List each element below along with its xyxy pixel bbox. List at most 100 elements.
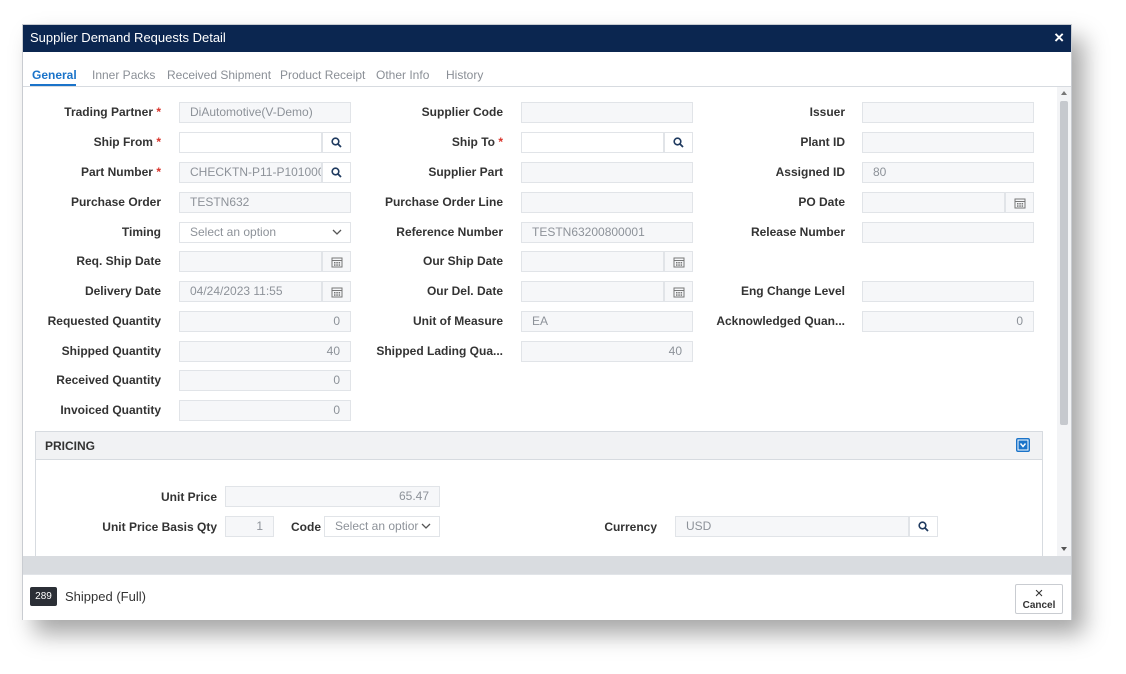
eng-change-level-field[interactable] — [862, 281, 1034, 302]
ship-from-search-icon[interactable] — [322, 132, 351, 153]
status-badge: 289 — [30, 587, 57, 606]
received-quantity-label: Received Quantity — [56, 373, 161, 387]
acknowledged-quantity-field[interactable]: 0 — [862, 311, 1034, 332]
purchase-order-line-label: Purchase Order Line — [384, 195, 503, 209]
assigned-id-label: Assigned ID — [775, 165, 845, 179]
calendar-icon[interactable] — [322, 251, 351, 272]
invoiced-quantity-field[interactable]: 0 — [179, 400, 351, 421]
eng-change-level-label: Eng Change Level — [740, 284, 845, 298]
form-content: Trading Partner * DiAutomotive(V-Demo) S… — [23, 87, 1057, 556]
unit-price-basis-qty-field[interactable]: 1 — [225, 516, 274, 537]
unit-of-measure-field[interactable]: EA — [521, 311, 693, 332]
supplier-code-field[interactable] — [521, 102, 693, 123]
ship-to-label: Ship To * — [451, 135, 503, 149]
tab-inner-packs[interactable]: Inner Packs — [92, 68, 155, 82]
ship-from-field[interactable] — [179, 132, 322, 153]
shipped-lading-quantity-label: Shipped Lading Qua... — [376, 344, 503, 358]
pricing-title: PRICING — [45, 439, 96, 453]
shipped-quantity-label: Shipped Quantity — [61, 344, 161, 358]
assigned-id-field[interactable]: 80 — [862, 162, 1034, 183]
dialog-titlebar: Supplier Demand Requests Detail × — [23, 25, 1071, 52]
delivery-date-label: Delivery Date — [84, 284, 161, 298]
timing-label: Timing — [121, 225, 161, 239]
shipped-lading-quantity-field[interactable]: 40 — [521, 341, 693, 362]
invoiced-quantity-label: Invoiced Quantity — [60, 403, 161, 417]
tab-history[interactable]: History — [446, 68, 483, 82]
supplier-part-label: Supplier Part — [428, 165, 503, 179]
tab-other-info[interactable]: Other Info — [376, 68, 429, 82]
our-del-date-field[interactable] — [521, 281, 664, 302]
release-number-label: Release Number — [750, 225, 845, 239]
shipped-quantity-field[interactable]: 40 — [179, 341, 351, 362]
supplier-part-field[interactable] — [521, 162, 693, 183]
tab-general[interactable]: General — [32, 68, 77, 82]
scroll-up-arrow-icon[interactable] — [1060, 90, 1068, 96]
our-del-date-label: Our Del. Date — [426, 284, 503, 298]
part-number-field[interactable]: CHECKTN-P11-P101000-( — [179, 162, 322, 183]
chevron-down-icon — [421, 520, 431, 532]
our-ship-date-label: Our Ship Date — [422, 254, 503, 268]
close-icon: × — [1034, 585, 1044, 602]
collapse-icon[interactable] — [1016, 438, 1030, 452]
unit-price-basis-qty-label: Unit Price Basis Qty — [102, 520, 217, 534]
issuer-label: Issuer — [809, 105, 845, 119]
supplier-demand-dialog: Supplier Demand Requests Detail × Genera… — [22, 24, 1072, 620]
our-ship-date-field[interactable] — [521, 251, 664, 272]
requested-quantity-label: Requested Quantity — [47, 314, 161, 328]
requested-quantity-field[interactable]: 0 — [179, 311, 351, 332]
po-date-field[interactable] — [862, 192, 1005, 213]
purchase-order-line-field[interactable] — [521, 192, 693, 213]
cancel-label: Cancel — [1022, 600, 1056, 611]
acknowledged-quantity-label: Acknowledged Quan... — [716, 314, 845, 328]
unit-of-measure-label: Unit of Measure — [412, 314, 503, 328]
timing-select[interactable]: Select an option — [179, 222, 351, 243]
plant-id-field[interactable] — [862, 132, 1034, 153]
pricing-section-body: Unit Price 65.47 Unit Price Basis Qty 1 … — [35, 460, 1043, 556]
dialog-footer: 289 Shipped (Full) × Cancel — [23, 574, 1071, 620]
cancel-button[interactable]: × Cancel — [1015, 584, 1063, 614]
calendar-icon[interactable] — [664, 251, 693, 272]
part-number-search-icon[interactable] — [322, 162, 351, 183]
release-number-field[interactable] — [862, 222, 1034, 243]
part-number-label: Part Number * — [80, 165, 161, 179]
received-quantity-field[interactable]: 0 — [179, 370, 351, 391]
scroll-down-arrow-icon[interactable] — [1060, 546, 1068, 552]
req-ship-date-field[interactable] — [179, 251, 322, 272]
calendar-icon[interactable] — [1005, 192, 1034, 213]
ship-to-search-icon[interactable] — [664, 132, 693, 153]
close-icon[interactable]: × — [1054, 28, 1064, 48]
reference-number-field[interactable]: TESTN63200800001 — [521, 222, 693, 243]
delivery-date-field[interactable]: 04/24/2023 11:55 — [179, 281, 322, 302]
trading-partner-field[interactable]: DiAutomotive(V-Demo) — [179, 102, 351, 123]
dialog-title: Supplier Demand Requests Detail — [30, 30, 226, 45]
ship-to-field[interactable] — [521, 132, 664, 153]
purchase-order-label: Purchase Order — [70, 195, 161, 209]
unit-price-label: Unit Price — [160, 490, 217, 504]
tab-received-shipment[interactable]: Received Shipment — [167, 68, 271, 82]
currency-field[interactable]: USD — [675, 516, 909, 537]
req-ship-date-label: Req. Ship Date — [76, 254, 161, 268]
scrollbar-thumb[interactable] — [1060, 101, 1068, 425]
code-select[interactable]: Select an optior — [324, 516, 440, 537]
currency-label: Currency — [604, 520, 657, 534]
ship-from-label: Ship From * — [93, 135, 161, 149]
vertical-scrollbar[interactable] — [1057, 87, 1071, 556]
timing-selected-value: Select an option — [190, 225, 277, 239]
purchase-order-field[interactable]: TESTN632 — [179, 192, 351, 213]
po-date-label: PO Date — [798, 195, 845, 209]
active-tab-indicator — [30, 84, 76, 86]
footer-divider — [23, 556, 1071, 574]
calendar-icon[interactable] — [322, 281, 351, 302]
tab-product-receipt[interactable]: Product Receipt — [280, 68, 365, 82]
supplier-code-label: Supplier Code — [421, 105, 503, 119]
tab-bar: General Inner Packs Received Shipment Pr… — [23, 61, 1071, 87]
code-selected-value: Select an optior — [335, 519, 419, 533]
reference-number-label: Reference Number — [396, 225, 503, 239]
pricing-section-header[interactable]: PRICING — [35, 431, 1043, 460]
code-label: Code — [291, 520, 321, 534]
calendar-icon[interactable] — [664, 281, 693, 302]
status-text: Shipped (Full) — [65, 589, 146, 604]
issuer-field[interactable] — [862, 102, 1034, 123]
currency-search-icon[interactable] — [909, 516, 938, 537]
unit-price-field[interactable]: 65.47 — [225, 486, 440, 507]
